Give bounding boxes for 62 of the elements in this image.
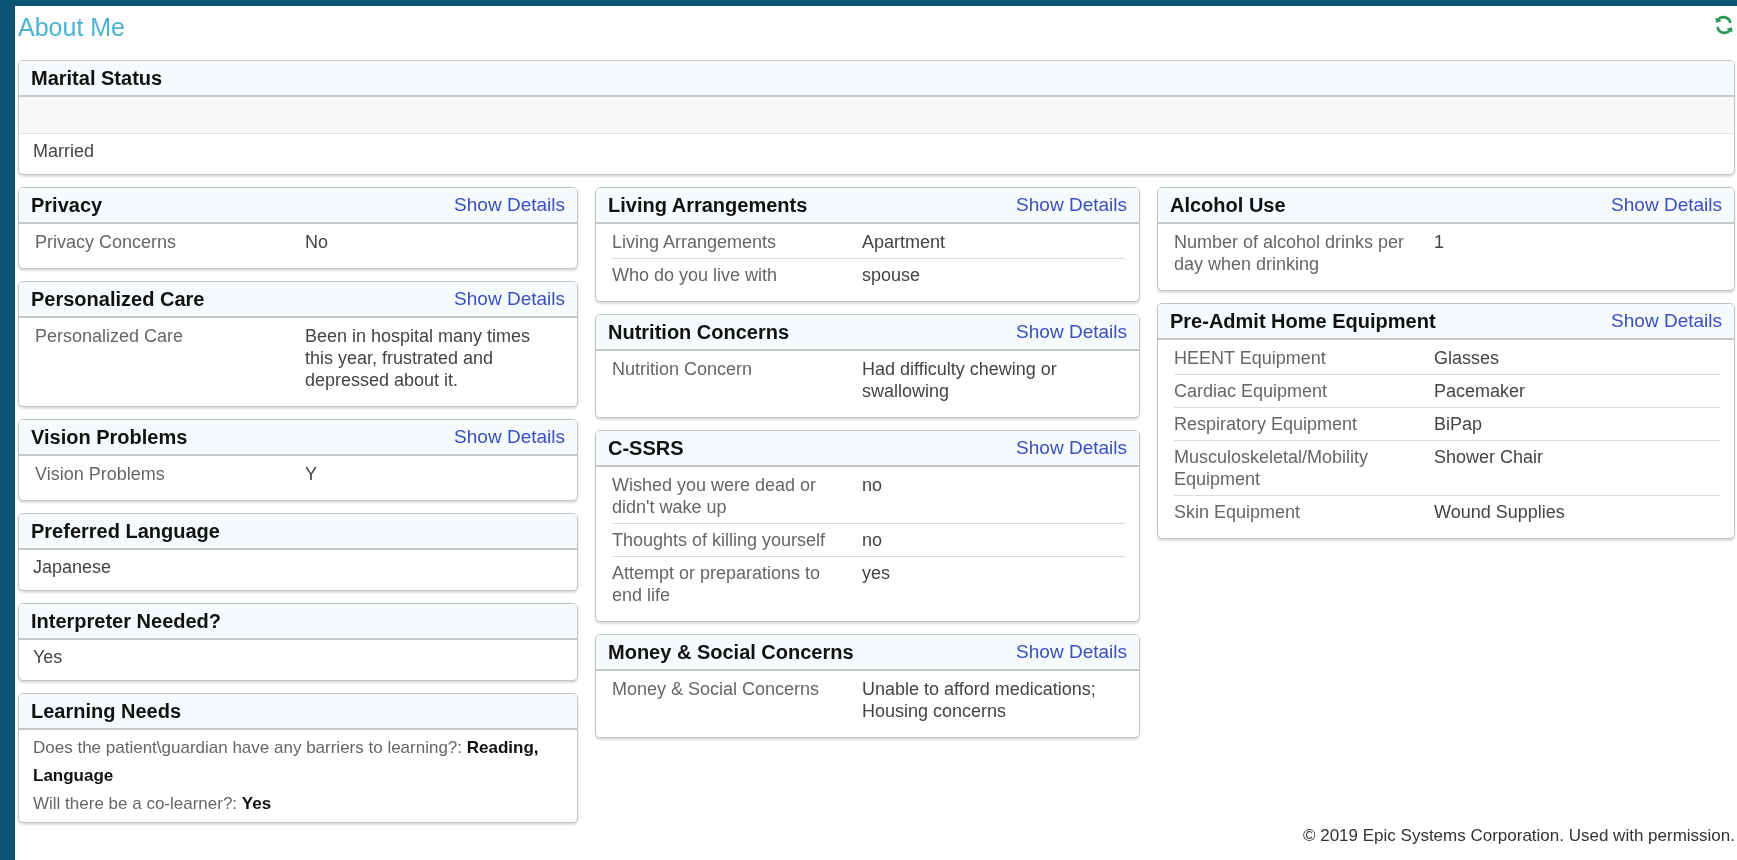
card-heading: C-SSRS bbox=[608, 436, 684, 460]
field-label: Who do you live with bbox=[612, 264, 779, 286]
field-label: Wished you were dead or didn't wake up bbox=[612, 474, 818, 518]
card-heading: Alcohol Use bbox=[1170, 193, 1286, 217]
field-label: HEENT Equipment bbox=[1174, 347, 1327, 369]
field-value: Been in hospital many times this year, frustrated and depressed about it. bbox=[305, 325, 532, 391]
refresh-icon[interactable] bbox=[1713, 14, 1735, 36]
field-label: Musculoskeletal/Mobility Equipment bbox=[1174, 446, 1370, 490]
card-heading: Interpreter Needed? bbox=[31, 609, 222, 633]
card-heading: Vision Problems bbox=[31, 425, 188, 449]
show-details-link[interactable]: Show Details bbox=[454, 288, 565, 310]
question-answer: Does the patient\guardian have any barriers to learning?: Reading, Language bbox=[33, 737, 540, 787]
field-value: Had difficulty chewing or swallowing bbox=[862, 358, 1058, 402]
field-value: no bbox=[862, 529, 884, 551]
show-details-link[interactable]: Show Details bbox=[1016, 194, 1127, 216]
show-details-link[interactable]: Show Details bbox=[454, 426, 565, 448]
field-label: Cardiac Equipment bbox=[1174, 380, 1329, 402]
page-title: About Me bbox=[18, 12, 125, 42]
field-label: Money & Social Concerns bbox=[612, 678, 821, 701]
field-value: yes bbox=[862, 562, 891, 585]
field-label: Living Arrangements bbox=[612, 231, 778, 253]
show-details-link[interactable]: Show Details bbox=[1016, 641, 1127, 663]
show-details-link[interactable]: Show Details bbox=[1611, 194, 1722, 216]
card-heading: Pre-Admit Home Equipment bbox=[1170, 309, 1436, 333]
show-details-link[interactable]: Show Details bbox=[1016, 321, 1127, 343]
field-value: Wound Supplies bbox=[1434, 501, 1566, 523]
card-heading: Money & Social Concerns bbox=[608, 640, 854, 664]
field-value: Yes bbox=[32, 646, 64, 669]
show-details-link[interactable]: Show Details bbox=[454, 194, 565, 216]
field-value: Japanese bbox=[32, 556, 113, 579]
field-value: Shower Chair bbox=[1434, 446, 1545, 469]
field-label: Respiratory Equipment bbox=[1174, 413, 1359, 435]
show-details-link[interactable]: Show Details bbox=[1611, 310, 1722, 332]
field-label: Nutrition Concern bbox=[612, 358, 754, 381]
copyright-text: © 2019 Epic Systems Corporation. Used with permission. bbox=[1301, 826, 1735, 846]
field-label: Vision Problems bbox=[35, 463, 166, 485]
show-details-link[interactable]: Show Details bbox=[1016, 437, 1127, 459]
field-value: BiPap bbox=[1434, 413, 1484, 435]
field-label: Skin Equipment bbox=[1174, 501, 1302, 523]
card-heading: Learning Needs bbox=[31, 699, 182, 723]
field-label: Privacy Concerns bbox=[35, 231, 178, 253]
field-value: Unable to afford medications; Housing concerns bbox=[862, 678, 1097, 722]
field-value: spouse bbox=[862, 264, 922, 286]
field-value: Apartment bbox=[862, 231, 947, 253]
card-heading: Nutrition Concerns bbox=[608, 320, 790, 344]
field-value: 1 bbox=[1434, 231, 1445, 254]
card-heading: Privacy bbox=[31, 193, 103, 217]
field-value: Glasses bbox=[1434, 347, 1501, 369]
card-heading: Marital Status bbox=[31, 66, 163, 90]
field-value: Married bbox=[32, 140, 95, 163]
card-heading: Preferred Language bbox=[31, 519, 220, 543]
field-value: Y bbox=[305, 463, 318, 485]
question-answer: Will there be a co-learner?: Yes bbox=[33, 793, 273, 815]
field-label: Number of alcohol drinks per day when drinking bbox=[1174, 231, 1406, 275]
field-value: No bbox=[305, 231, 329, 253]
field-label: Thoughts of killing yourself bbox=[612, 529, 827, 551]
card-heading: Personalized Care bbox=[31, 287, 205, 311]
field-label: Personalized Care bbox=[35, 325, 185, 348]
field-label: Attempt or preparations to end life bbox=[612, 562, 822, 606]
card-heading: Living Arrangements bbox=[608, 193, 808, 217]
field-value: no bbox=[862, 474, 884, 497]
field-value: Pacemaker bbox=[1434, 380, 1527, 402]
